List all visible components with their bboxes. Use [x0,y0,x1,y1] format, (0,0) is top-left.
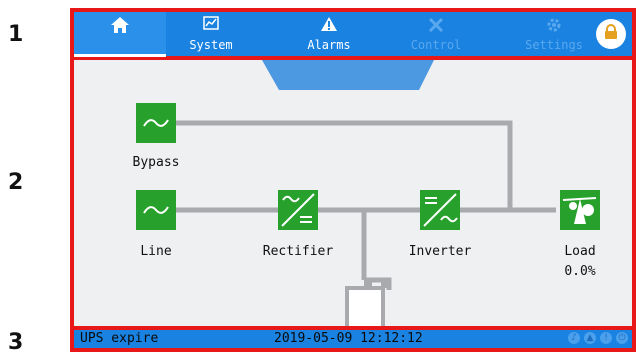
inverter-label: Inverter [408,244,472,259]
line-node[interactable] [136,190,176,230]
sound-icon[interactable]: ♪ [568,332,580,344]
status-message: UPS expire [80,331,159,346]
lock-button[interactable] [596,19,626,49]
fault-icon[interactable]: ! [600,332,612,344]
tab-alarms[interactable]: Alarms [274,12,384,56]
alarm-icon[interactable]: ▲ [584,332,596,344]
rectifier-label: Rectifier [262,244,334,259]
home-icon [74,16,166,36]
chart-icon [166,16,256,36]
load-label: Load [564,244,596,259]
tab-settings-label: Settings [525,38,583,52]
status-bar: UPS expire 2019-05-09 12:12:12 ♪ ▲ ! ⏻ [70,330,636,352]
annotation-1: 1 [8,22,24,47]
warning-icon [274,16,384,36]
status-datetime: 2019-05-09 12:12:12 [274,331,423,346]
top-nav-bar: System Alarms Control Settings [70,8,636,60]
tab-system-label: System [189,38,233,52]
power-icon[interactable]: ⏻ [616,332,628,344]
energy-flow-panel: Bypass Line Rectifier Inverter Load 0.0% [70,60,636,330]
flow-lines [156,120,556,290]
battery-icon [345,280,389,326]
tab-control[interactable]: Control [384,12,488,56]
load-node[interactable] [560,190,600,230]
rectifier-node[interactable] [278,190,318,230]
annotation-3: 3 [8,330,24,355]
tab-settings[interactable]: Settings [504,12,604,56]
load-percentage: 0.0% [564,264,596,279]
gear-icon [504,16,604,36]
tab-home[interactable] [74,12,166,57]
tab-control-label: Control [410,38,462,52]
tab-alarms-label: Alarms [307,38,351,52]
bypass-node[interactable] [136,103,176,143]
tab-system[interactable]: System [166,12,256,56]
line-label: Line [140,244,172,259]
status-icons: ♪ ▲ ! ⏻ [568,332,628,344]
ups-panel: System Alarms Control Settings Bypass Li… [70,8,636,352]
bypass-label: Bypass [132,155,180,170]
inverter-node[interactable] [420,190,460,230]
wrench-icon [384,16,488,36]
annotation-2: 2 [8,170,24,195]
lock-icon [604,24,618,44]
popup-banner [262,60,434,90]
